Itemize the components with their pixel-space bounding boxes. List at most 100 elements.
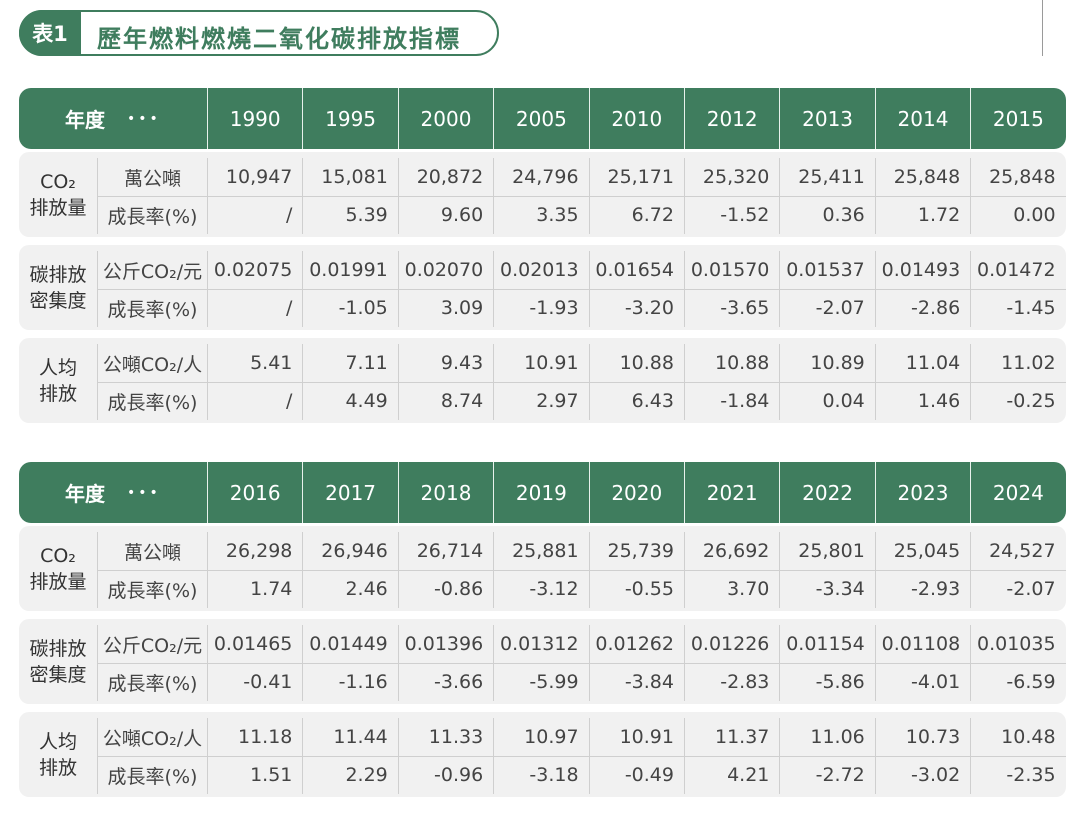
table-cell: 25,739 — [588, 532, 684, 570]
table-title: 表1 歷年燃料燃燒二氧化碳排放指標 — [19, 10, 499, 56]
table-cell: 25,411 — [779, 158, 874, 196]
table-cell: 3.35 — [493, 196, 588, 234]
table-cell: 2.97 — [493, 382, 588, 420]
unit-label: 成長率(%) — [97, 196, 207, 234]
table-cell: 25,848 — [874, 158, 970, 196]
table-cell: 0.01654 — [588, 251, 684, 289]
table-cell: 1.51 — [207, 756, 302, 794]
table-cell: 0.01991 — [302, 251, 397, 289]
table-cell: -0.55 — [588, 570, 684, 608]
metric-group: 人均 排放 公噸CO₂/人 5.41 7.11 9.43 10.91 10.88 10.88 10… — [19, 338, 1066, 423]
metric-label-line: 密集度 — [29, 663, 87, 686]
table-cell: -3.34 — [779, 570, 874, 608]
table-cell: -0.41 — [207, 663, 302, 701]
metric-label-line: CO₂ — [40, 544, 76, 567]
table-cell: 25,045 — [874, 532, 970, 570]
table-cell: 0.01537 — [779, 251, 874, 289]
table-cell: -0.25 — [970, 382, 1065, 420]
year-header-cell: 2019 — [493, 462, 588, 523]
table-cell: 5.41 — [207, 344, 302, 382]
year-header-cell: 2012 — [684, 88, 779, 149]
unit-label: 公噸CO₂/人 — [97, 718, 207, 756]
table-cell: 0.01396 — [397, 625, 493, 663]
table-cell: 11.44 — [302, 718, 397, 756]
table-cell: -2.07 — [779, 289, 874, 327]
table-cell: 0.01472 — [970, 251, 1065, 289]
metric-group: CO₂ 排放量 萬公噸 10,947 15,081 20,872 24,796 25,171 2… — [19, 152, 1066, 237]
table-cell: 2.46 — [302, 570, 397, 608]
year-header-text: 年度 — [65, 108, 105, 132]
table-cell: 2.29 — [302, 756, 397, 794]
table-cell: 10.88 — [684, 344, 779, 382]
table-cell: 26,692 — [684, 532, 779, 570]
table-cell: 0.04 — [779, 382, 874, 420]
unit-label: 成長率(%) — [97, 570, 207, 608]
metric-label: 碳排放 密集度 — [19, 619, 97, 704]
year-header-cell: 2005 — [493, 88, 588, 149]
table-cell: -2.86 — [874, 289, 970, 327]
table-cell: / — [207, 382, 302, 420]
table-cell: -6.59 — [970, 663, 1065, 701]
year-header-bar: 年度 ••• 1990 1995 2000 2005 2010 2012 2013 2014 201… — [19, 88, 1066, 149]
metric-group: CO₂ 排放量 萬公噸 26,298 26,946 26,714 25,881 25,739 2… — [19, 526, 1066, 611]
table-cell: -2.07 — [970, 570, 1065, 608]
table-cell: 6.43 — [588, 382, 684, 420]
row-separator — [97, 196, 1066, 197]
table-title-text: 歷年燃料燃燒二氧化碳排放指標 — [97, 25, 461, 53]
unit-label: 公噸CO₂/人 — [97, 344, 207, 382]
table-cell: 4.21 — [684, 756, 779, 794]
header-dots: ••• — [127, 484, 161, 501]
table-cell: 10.91 — [588, 718, 684, 756]
table-cell: -3.66 — [397, 663, 493, 701]
metric-label-line: CO₂ — [40, 170, 76, 193]
unit-label: 成長率(%) — [97, 663, 207, 701]
year-header-cell: 2000 — [397, 88, 493, 149]
metric-label: 碳排放 密集度 — [19, 245, 97, 330]
year-header-cell: 2023 — [874, 462, 970, 523]
table-cell: -3.18 — [493, 756, 588, 794]
table-cell: / — [207, 289, 302, 327]
table-cell: 0.02013 — [493, 251, 588, 289]
table-cell: -3.02 — [874, 756, 970, 794]
table-cell: 1.72 — [874, 196, 970, 234]
year-header-label: 年度 ••• — [19, 462, 207, 523]
year-header-cell: 2016 — [207, 462, 302, 523]
table-cell: -1.05 — [302, 289, 397, 327]
table-cell: -1.45 — [970, 289, 1065, 327]
metric-label-line: 排放量 — [29, 196, 87, 219]
row-separator — [97, 289, 1066, 290]
table-cell: 3.09 — [397, 289, 493, 327]
table-cell: 4.49 — [302, 382, 397, 420]
year-header-cell: 1995 — [302, 88, 397, 149]
table-cell: 20,872 — [397, 158, 493, 196]
table-cell: 0.01154 — [779, 625, 874, 663]
year-header-cell: 2024 — [970, 462, 1065, 523]
year-header-cell: 1990 — [207, 88, 302, 149]
table-cell: -5.86 — [779, 663, 874, 701]
table-cell: 0.01449 — [302, 625, 397, 663]
table-cell: 0.01493 — [874, 251, 970, 289]
table-cell: 6.72 — [588, 196, 684, 234]
metric-group: 碳排放 密集度 公斤CO₂/元 0.01465 0.01449 0.01396 0.0131… — [19, 619, 1066, 704]
header-dots: ••• — [127, 110, 161, 127]
year-header-cell: 2013 — [779, 88, 874, 149]
table-cell: 8.74 — [397, 382, 493, 420]
table-cell: 1.74 — [207, 570, 302, 608]
row-separator — [97, 756, 1066, 757]
table-cell: 0.02075 — [207, 251, 302, 289]
table-cell: 0.01035 — [970, 625, 1065, 663]
year-header-bar: 年度 ••• 2016 2017 2018 2019 2020 2021 2022 2023 202… — [19, 462, 1066, 523]
table-cell: 10.48 — [970, 718, 1065, 756]
table-cell: -3.20 — [588, 289, 684, 327]
table-cell: 0.01312 — [493, 625, 588, 663]
table-cell: -2.93 — [874, 570, 970, 608]
table-cell: 7.11 — [302, 344, 397, 382]
table-cell: -2.35 — [970, 756, 1065, 794]
table-cell: -3.84 — [588, 663, 684, 701]
table-cell: 24,796 — [493, 158, 588, 196]
table-cell: -3.65 — [684, 289, 779, 327]
table-cell: -0.96 — [397, 756, 493, 794]
table-cell: 0.01262 — [588, 625, 684, 663]
unit-label: 成長率(%) — [97, 289, 207, 327]
table-cell: 10,947 — [207, 158, 302, 196]
